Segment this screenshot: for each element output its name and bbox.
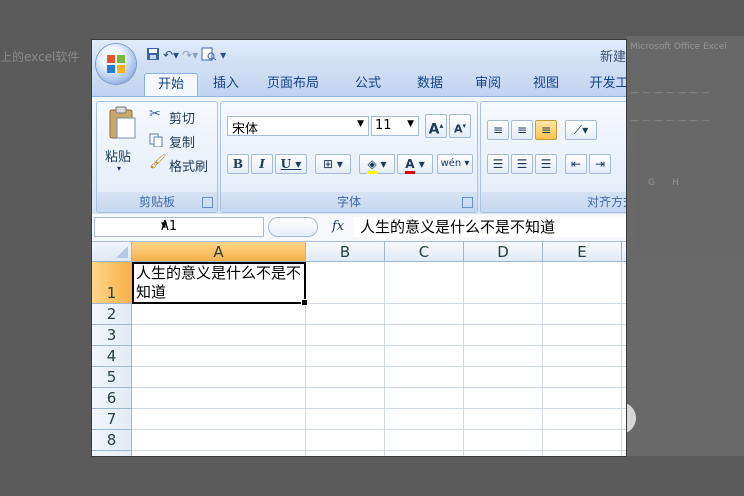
font-color-icon: A (405, 157, 415, 174)
cell-a1[interactable]: 人生的意义是什么不是不知道 (132, 262, 308, 306)
scissors-icon: ✂ (149, 106, 161, 122)
paste-button[interactable]: 粘贴 ▾ (103, 106, 139, 178)
paste-icon (109, 106, 136, 139)
copy-button[interactable]: 复制 (147, 130, 213, 151)
phonetic-icon: wén (440, 158, 462, 169)
align-right-button[interactable]: ☰ (535, 154, 557, 174)
decrease-indent-button[interactable]: ⇤ (565, 154, 587, 174)
tab-formulas[interactable]: 公式 (348, 73, 388, 95)
ribbon-tabs: 开始 插入 页面布局 公式 数据 审阅 视图 开发工 (92, 70, 626, 96)
office-logo-icon (107, 55, 125, 73)
row-header-2[interactable]: 2 (92, 304, 132, 325)
paste-label: 粘贴 (105, 150, 132, 165)
save-icon[interactable] (146, 47, 160, 64)
tab-page-layout[interactable]: 页面布局 (260, 73, 326, 95)
format-painter-icon: 🖌 (149, 154, 167, 170)
insert-function-icon[interactable]: fx (332, 219, 344, 234)
column-header-a[interactable]: A (132, 242, 306, 262)
row-header-1[interactable]: 1 (92, 262, 132, 304)
font-launcher-icon[interactable] (462, 197, 473, 208)
font-group-label: 字体 (221, 192, 477, 212)
chevron-down-icon: ▼ (357, 119, 364, 129)
title-bar: ↶▾ ↷▾ ▾ 新建 (92, 40, 626, 70)
shrink-font-button[interactable]: A▾ (449, 114, 471, 138)
formula-splitter[interactable] (268, 217, 318, 237)
borders-icon: ⊞ (323, 157, 334, 171)
ribbon: 粘贴 ▾ ✂ 剪切 复制 🖌 格式刷 剪贴板 宋体 ▼ 11 ▼ A▴ A▾ B… (92, 96, 626, 216)
font-name-select[interactable]: 宋体 ▼ (227, 116, 369, 137)
background-text: 上的excel软件 (0, 50, 80, 64)
formula-input[interactable]: 人生的意义是什么不是不知道 (354, 217, 626, 237)
align-middle-button[interactable]: ≡ (511, 120, 533, 140)
row-header-6[interactable]: 6 (92, 388, 132, 409)
background-window: Microsoft Office Excel — — — — — — — — —… (626, 36, 744, 456)
undo-icon[interactable]: ↶▾ (163, 48, 179, 62)
cut-button[interactable]: ✂ 剪切 (147, 106, 213, 127)
tab-insert[interactable]: 插入 (206, 73, 246, 95)
bold-button[interactable]: B (227, 154, 249, 174)
chevron-down-icon: ▼ (161, 220, 168, 231)
align-bottom-button[interactable]: ≡ (535, 120, 557, 140)
row-header-4[interactable]: 4 (92, 346, 132, 367)
font-size-select[interactable]: 11 ▼ (371, 116, 419, 136)
column-header-c[interactable]: C (385, 242, 464, 262)
excel-window: ↶▾ ↷▾ ▾ 新建 开始 插入 页面布局 公式 数据 审阅 视图 开发工 粘贴… (92, 40, 626, 456)
row-header-7[interactable]: 7 (92, 409, 132, 430)
select-all-button[interactable] (92, 242, 132, 262)
tab-view[interactable]: 视图 (526, 73, 566, 95)
row-header-8[interactable]: 8 (92, 430, 132, 451)
name-box[interactable]: A1 ▼ (94, 217, 264, 237)
cut-label: 剪切 (169, 112, 196, 127)
grow-font-button[interactable]: A▴ (425, 114, 447, 138)
tab-home[interactable]: 开始 (144, 73, 198, 96)
format-painter-button[interactable]: 🖌 格式刷 (147, 154, 215, 175)
underline-button[interactable]: U ▾ (275, 154, 307, 174)
window-title: 新建 (599, 50, 626, 65)
font-group: 宋体 ▼ 11 ▼ A▴ A▾ B I U ▾ ⊞ ▾ ◈ ▾ A ▾ wén … (220, 101, 478, 213)
alignment-group: ≡ ≡ ≡ ⟋▾ ☰ ☰ ☰ ⇤ ⇥ 对齐方式 (480, 101, 626, 213)
fill-handle[interactable] (301, 299, 308, 306)
orientation-button[interactable]: ⟋▾ (565, 120, 597, 140)
align-top-button[interactable]: ≡ (487, 120, 509, 140)
worksheet-grid[interactable]: A B C D E 1 2 3 4 5 6 7 8 人生的意义是什么不是不知道 (92, 242, 626, 456)
phonetic-button[interactable]: wén ▾ (437, 154, 473, 174)
borders-button[interactable]: ⊞ ▾ (315, 154, 351, 174)
alignment-group-label: 对齐方式 (481, 192, 626, 212)
row-header-3[interactable]: 3 (92, 325, 132, 346)
increase-indent-button[interactable]: ⇥ (589, 154, 611, 174)
font-color-button[interactable]: A ▾ (397, 154, 433, 174)
quick-access-toolbar: ↶▾ ↷▾ ▾ (146, 45, 226, 65)
customize-qat-icon[interactable]: ▾ (220, 48, 226, 62)
paint-bucket-icon: ◈ (367, 157, 377, 174)
column-header-f[interactable] (622, 242, 626, 262)
tab-review[interactable]: 审阅 (468, 73, 508, 95)
format-painter-label: 格式刷 (169, 160, 209, 175)
clipboard-group: 粘贴 ▾ ✂ 剪切 复制 🖌 格式刷 剪贴板 (96, 101, 218, 213)
copy-icon (149, 132, 163, 151)
clipboard-launcher-icon[interactable] (202, 197, 213, 208)
copy-label: 复制 (169, 136, 196, 151)
align-center-button[interactable]: ☰ (511, 154, 533, 174)
paste-dropdown-icon[interactable]: ▾ (117, 164, 121, 173)
formula-bar: A1 ▼ fx 人生的意义是什么不是不知道 (92, 214, 626, 242)
chevron-down-icon: ▼ (407, 119, 414, 129)
orientation-icon: ⟋ (573, 123, 583, 137)
clipboard-group-label: 剪贴板 (97, 192, 217, 212)
italic-button[interactable]: I (251, 154, 273, 174)
redo-icon[interactable]: ↷▾ (182, 48, 198, 62)
column-header-e[interactable]: E (543, 242, 622, 262)
column-header-d[interactable]: D (464, 242, 543, 262)
row-header-9[interactable] (92, 451, 132, 456)
tab-developer[interactable]: 开发工 (584, 73, 626, 95)
row-header-5[interactable]: 5 (92, 367, 132, 388)
print-preview-icon[interactable] (201, 47, 217, 64)
align-left-button[interactable]: ☰ (487, 154, 509, 174)
office-button[interactable] (96, 44, 136, 84)
column-header-b[interactable]: B (306, 242, 385, 262)
fill-color-button[interactable]: ◈ ▾ (359, 154, 395, 174)
tab-data[interactable]: 数据 (410, 73, 450, 95)
